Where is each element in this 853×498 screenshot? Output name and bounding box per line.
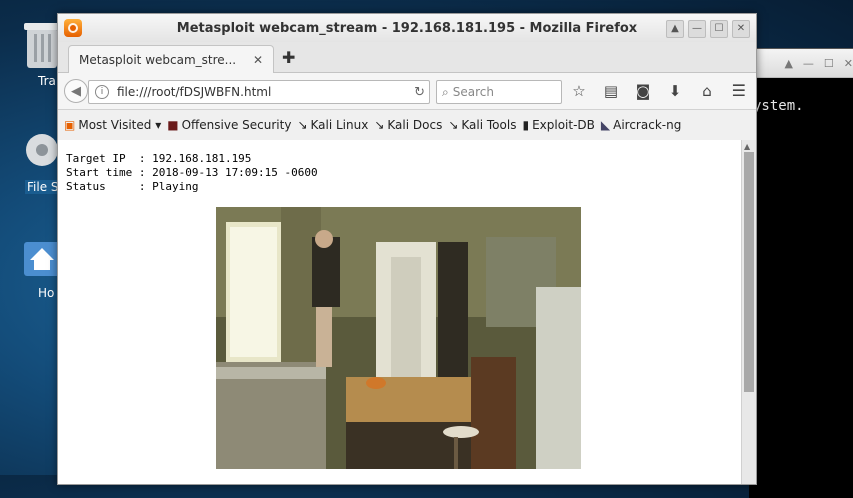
tab-close-icon[interactable]: ✕ [253,53,263,67]
scroll-up-icon[interactable]: ▲ [744,142,750,151]
bookmark-kali-docs[interactable]: ↘ Kali Docs [374,118,442,132]
vertical-scrollbar[interactable]: ▲ [741,140,756,484]
search-placeholder: Search [452,85,494,99]
bookmark-most-visited[interactable]: ▣ Most Visited ▾ [64,118,161,132]
download-icon[interactable]: ⬇ [666,82,684,100]
scrollbar-thumb[interactable] [744,152,754,392]
bookmark-offensive-security[interactable]: ■ Offensive Security [167,118,291,132]
search-icon: ⌕ [442,84,449,99]
navigation-bar: ◀ i file:///root/fDSJWBFN.html ↻ ⌕ Searc… [58,73,756,110]
bookmark-label: Most Visited ▾ [78,118,162,132]
bookmark-star-icon[interactable]: ☆ [570,82,588,100]
bookmark-kali-linux[interactable]: ↘ Kali Linux [297,118,368,132]
url-text: file:///root/fDSJWBFN.html [117,85,272,99]
bookmark-exploit-db[interactable]: ▮ Exploit-DB [522,118,594,132]
back-icon[interactable]: ◀ [64,79,88,103]
bookmark-label: Kali Docs [387,118,443,132]
window-close-icon[interactable]: ✕ [732,20,750,38]
firefox-icon [64,19,82,37]
trash-label: Tra [38,74,56,88]
offsec-icon: ■ [167,118,179,132]
bookmark-kali-tools[interactable]: ↘ Kali Tools [448,118,516,132]
hamburger-menu-icon[interactable]: ☰ [732,81,746,100]
kali-dragon-icon: ↘ [374,118,385,132]
tab-label: Metasploit webcam_stre... [79,52,237,67]
reload-icon[interactable]: ↻ [414,85,425,100]
webcam-frame [216,207,581,469]
terminal-close-icon[interactable]: ✕ [844,57,853,70]
window-up-icon[interactable]: ▲ [666,20,684,38]
window-maximize-icon[interactable]: ☐ [710,20,728,38]
bookmark-label: Kali Linux [310,118,369,132]
stream-info: Target IP : 192.168.181.195 Start time :… [66,152,318,193]
terminal-up-icon[interactable]: ▲ [784,57,792,70]
info-icon[interactable]: i [95,85,109,99]
filesystem-icon[interactable] [22,130,62,179]
window-minimize-icon[interactable]: — [688,20,706,38]
terminal-maximize-icon[interactable]: ☐ [824,57,834,70]
home-label: Ho [38,286,55,300]
trash-icon[interactable] [22,20,62,74]
tab-strip: Metasploit webcam_stre... ✕ ✚ [58,42,756,73]
kali-dragon-icon: ↘ [448,118,459,132]
home-icon[interactable]: ⌂ [698,82,716,100]
aircrack-icon: ◣ [600,118,611,132]
new-tab-icon[interactable]: ✚ [282,48,295,67]
exploitdb-icon: ▮ [522,118,530,132]
home-folder-icon[interactable] [22,238,62,284]
search-input[interactable]: ⌕ Search [436,80,562,104]
bookmark-label: Exploit-DB [532,118,595,132]
most-visited-icon: ▣ [64,118,76,132]
firefox-window: Metasploit webcam_stream - 192.168.181.1… [57,13,757,485]
bookmark-aircrack-ng[interactable]: ◣ Aircrack-ng [601,118,681,132]
bookmark-label: Offensive Security [181,118,292,132]
terminal-window[interactable]: ▲ — ☐ ✕ ystem. [748,48,853,498]
tab-webcam-stream[interactable]: Metasploit webcam_stre... ✕ [68,45,274,73]
reading-list-icon[interactable]: ▤ [602,82,620,100]
terminal-titlebar[interactable]: ▲ — ☐ ✕ [749,49,853,78]
bookmark-label: Aircrack-ng [613,118,682,132]
url-bar[interactable]: i file:///root/fDSJWBFN.html ↻ [88,80,430,104]
kali-dragon-icon: ↘ [297,118,308,132]
page-content: Target IP : 192.168.181.195 Start time :… [58,140,742,484]
window-title: Metasploit webcam_stream - 192.168.181.1… [176,20,638,36]
bookmarks-toolbar: ▣ Most Visited ▾ ■ Offensive Security ↘ … [58,110,756,141]
pocket-icon[interactable]: ◙ [634,82,652,100]
terminal-output: ystem. [749,78,853,498]
titlebar[interactable]: Metasploit webcam_stream - 192.168.181.1… [58,14,756,42]
terminal-minimize-icon[interactable]: — [803,57,814,70]
bookmark-label: Kali Tools [461,118,517,132]
